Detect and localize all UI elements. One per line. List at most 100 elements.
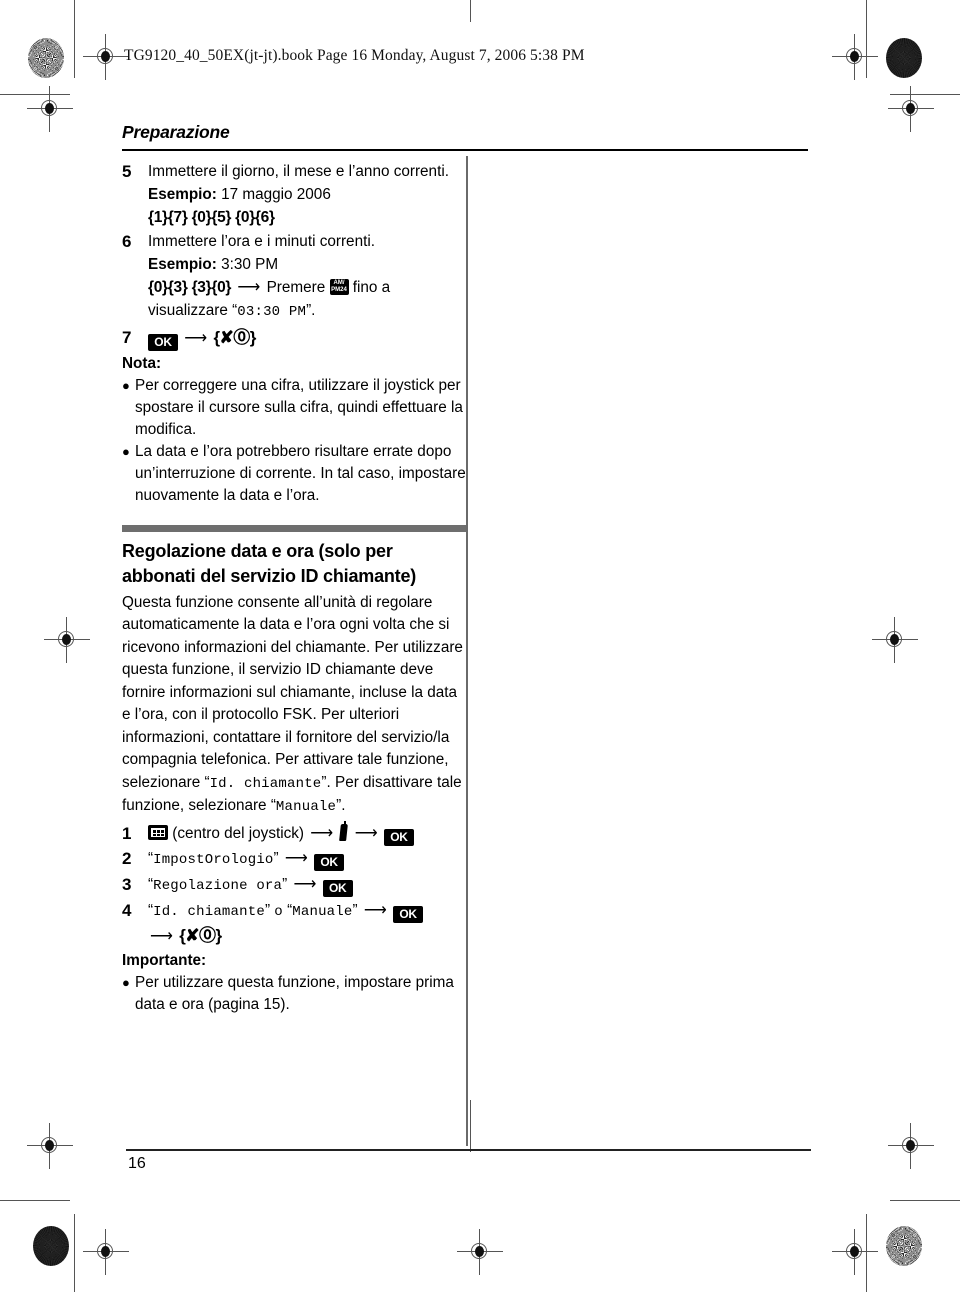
am-pm-24-key-icon: AM/ PM24: [329, 278, 349, 295]
note-label: Nota:: [122, 354, 162, 372]
section-title-line2: abbonati del servizio ID chiamante): [122, 565, 417, 586]
example-value: 3:30 PM: [221, 255, 279, 273]
arrow-right-icon: ⟶: [293, 875, 317, 893]
chapter-title: Preparazione: [122, 122, 230, 142]
step-number: 6: [122, 231, 132, 251]
registration-mark-bottom-center: [457, 1229, 503, 1275]
quote-close: ”: [264, 901, 271, 919]
press-word: Premere: [266, 278, 326, 296]
trim-line-lower-right-horizontal: [890, 1200, 960, 1201]
step-number: 5: [122, 161, 132, 181]
step-number: 2: [122, 848, 132, 868]
step-6-key-sequence: {0}{3} {3}{0} ⟶ Premere AM/ PM24 fino a: [148, 276, 468, 299]
section-paragraph-part1: Questa funzione consente all’unità di re…: [122, 593, 463, 791]
procedure-step-1: 1 (centro del joystick) ⟶ ⟶ OK: [122, 820, 468, 846]
footer-rule: [126, 1149, 811, 1151]
registration-mark-lower-right: [888, 1123, 934, 1169]
arrow-right-icon: ⟶: [310, 824, 334, 842]
important-bullet-text: Per utilizzare questa funzione, impostar…: [135, 973, 454, 1013]
step-body: Immettere il giorno, il mese e l’anno co…: [148, 160, 468, 229]
trim-line-bottom-right-vertical: [866, 1214, 867, 1292]
trim-line-top-left-vertical: [74, 0, 75, 78]
step-number: 3: [122, 874, 132, 894]
bullet-dot-icon: ●: [122, 377, 130, 393]
arrow-right-icon: ⟶: [150, 927, 173, 945]
step-body: OK ⟶ {✘⓪}: [148, 326, 468, 351]
procedure-step-2: 2 “ImpostOrologio” ⟶ OK: [122, 847, 468, 872]
arrow-right-icon: ⟶: [284, 849, 308, 867]
menu-value-impostorologio: ImpostOrologio: [153, 851, 274, 868]
step-6-instruction: Immettere l’ora e i minuti correnti.: [148, 232, 375, 250]
step-6: 6 Immettere l’ora e i minuti correnti. E…: [122, 230, 468, 324]
trim-line-center-bottom: [470, 1100, 471, 1152]
step-body: Immettere l’ora e i minuti correnti. Ese…: [148, 230, 468, 324]
section-paragraph-part3: ”.: [336, 797, 346, 814]
ok-key-icon: OK: [148, 333, 178, 351]
ok-key-icon: OK: [383, 828, 414, 846]
menu-value-manuale: Manuale: [275, 799, 337, 815]
step-body: “ImpostOrologio” ⟶ OK: [148, 847, 468, 872]
step-5: 5 Immettere il giorno, il mese e l’anno …: [122, 160, 468, 229]
registration-mark-bottom-right: [832, 1229, 878, 1275]
section-heading-bar: [122, 524, 466, 532]
display-prefix: visualizzare “: [148, 301, 238, 319]
quote-close: ”: [282, 875, 288, 893]
step-5-keys: {1}{7} {0}{5} {0}{6}: [148, 208, 275, 226]
step-6-example: Esempio: 3:30 PM: [148, 253, 468, 276]
document-file-header: TG9120_40_50EX(jt-jt).book Page 16 Monda…: [124, 47, 585, 64]
example-label: Esempio:: [148, 255, 217, 273]
step-5-example: Esempio: 17 maggio 2006: [148, 183, 468, 206]
step-body: “Id. chiamante” o “Manuale” ⟶ OK ⟶ {✘⓪}: [148, 899, 468, 948]
menu-value-manuale: Manuale: [292, 903, 353, 920]
chapter-title-rule: [122, 149, 808, 151]
registration-mark-upper-right: [888, 86, 934, 132]
registration-mark-lower-left: [27, 1123, 73, 1169]
display-suffix: ”.: [306, 301, 316, 319]
example-value: 17 maggio 2006: [221, 185, 331, 203]
arrow-right-icon: ⟶: [184, 329, 208, 347]
joystick-center-key-icon: [148, 824, 168, 840]
arrow-right-icon: ⟶: [237, 278, 261, 296]
step-6-display-line: visualizzare “03:30 PM”.: [148, 299, 468, 324]
quote-close: ”: [352, 901, 358, 919]
print-rosette-bottom-left: [33, 1226, 69, 1266]
note-bullet-1: ● Per correggere una cifra, utilizzare i…: [122, 375, 468, 441]
print-rosette-top-right: [886, 38, 922, 78]
arrow-right-icon: ⟶: [363, 901, 387, 919]
step-5-instruction: Immettere il giorno, il mese e l’anno co…: [148, 162, 449, 180]
step-body: (centro del joystick) ⟶ ⟶ OK: [148, 820, 468, 846]
menu-value-id-chiamante: Id. chiamante: [153, 903, 265, 920]
print-rosette-bottom-right: [886, 1226, 922, 1266]
arrow-right-icon: ⟶: [354, 824, 378, 842]
power-off-key: {✘⓪}: [213, 327, 256, 347]
print-rosette-top-left: [28, 38, 64, 78]
registration-mark-middle-right: [872, 617, 918, 663]
important-label: Importante:: [122, 951, 207, 969]
step-6-keys: {0}{3} {3}{0}: [148, 278, 232, 296]
menu-value-regolazione-ora: Regolazione ora: [153, 877, 283, 894]
page-number: 16: [128, 1155, 146, 1172]
step-body: “Regolazione ora” ⟶ OK: [148, 873, 468, 898]
registration-mark-top-left: [83, 34, 129, 80]
procedure-step-4: 4 “Id. chiamante” o “Manuale” ⟶ OK ⟶ {✘⓪…: [122, 899, 468, 948]
ok-key-icon: OK: [393, 905, 424, 923]
menu-value-id-chiamante: Id. chiamante: [209, 775, 322, 792]
after-icon-text: fino a: [352, 278, 391, 296]
registration-mark-bottom-left: [83, 1229, 129, 1275]
trim-line-upper-right-horizontal: [890, 94, 960, 95]
trim-line-center-top: [470, 0, 471, 22]
am-pm-icon-line2: PM24: [331, 286, 347, 293]
trim-line-bottom-left-vertical: [74, 1214, 75, 1292]
quote-close: ”: [273, 849, 279, 867]
example-label: Esempio:: [148, 185, 217, 203]
trim-line-upper-left-horizontal: [0, 94, 70, 95]
am-pm-icon-line1: AM/: [333, 279, 345, 286]
page-content-column: Preparazione 5 Immettere il giorno, il m…: [122, 122, 808, 1016]
procedure-step-3: 3 “Regolazione ora” ⟶ OK: [122, 873, 468, 898]
trim-line-lower-left-horizontal: [0, 1200, 70, 1201]
note-bullet-text: La data e l’ora potrebbero risultare err…: [135, 442, 466, 504]
step-number: 1: [122, 823, 132, 843]
step-number: 4: [122, 900, 132, 920]
important-bullet-1: ● Per utilizzare questa funzione, impost…: [122, 972, 468, 1016]
handset-icon: [339, 820, 349, 841]
